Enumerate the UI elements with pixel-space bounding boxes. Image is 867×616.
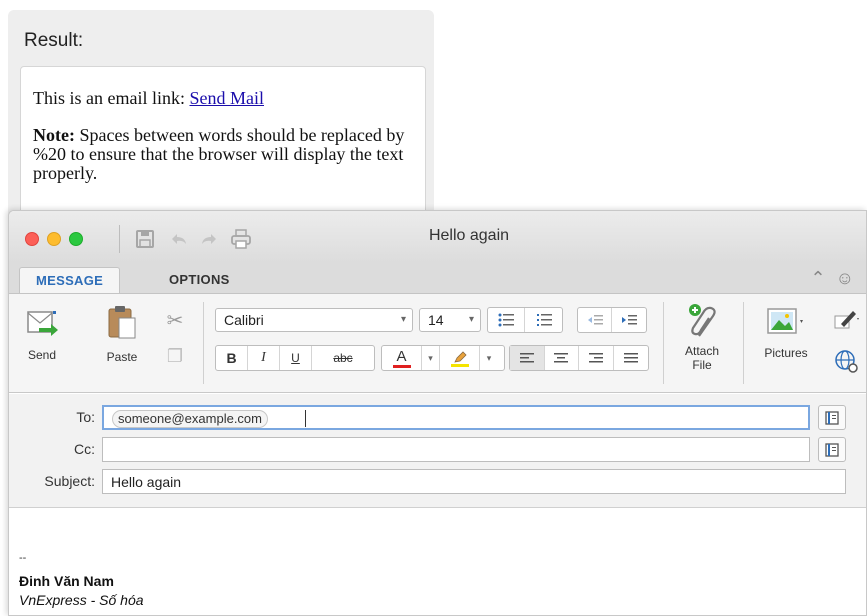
- redo-icon[interactable]: [195, 225, 223, 253]
- decrease-indent-icon[interactable]: [578, 308, 612, 332]
- text-caret: [305, 410, 306, 427]
- tab-bar-controls: ⌃ ☺: [811, 268, 854, 289]
- font-size-select[interactable]: 14 ▾: [419, 308, 481, 332]
- link-globe-icon[interactable]: [831, 348, 861, 377]
- toolbar-divider: [119, 225, 120, 253]
- send-mail-link[interactable]: Send Mail: [189, 88, 264, 108]
- highlighter-icon: [453, 350, 467, 363]
- to-label: To:: [76, 409, 95, 425]
- paste-label: Paste: [106, 350, 138, 364]
- font-color-icon: A: [396, 347, 407, 365]
- minimize-window-button[interactable]: [47, 232, 61, 246]
- to-field[interactable]: someone@example.com: [102, 405, 810, 430]
- strikethrough-button[interactable]: abc: [312, 346, 374, 370]
- chevron-down-icon[interactable]: ▾: [480, 346, 498, 370]
- align-left-icon[interactable]: [510, 346, 545, 370]
- pictures-button[interactable]: Pictures: [753, 306, 819, 360]
- ribbon-divider: [203, 302, 204, 384]
- font-name-select[interactable]: Calibri ▾: [215, 308, 413, 332]
- smiley-feedback-icon[interactable]: ☺: [836, 268, 854, 289]
- cc-address-book-button[interactable]: [818, 437, 846, 462]
- numbered-list-icon[interactable]: [525, 308, 562, 332]
- chevron-down-icon[interactable]: ▾: [422, 346, 440, 370]
- send-icon: [27, 311, 58, 336]
- attach-label-line1: Attach: [684, 344, 720, 358]
- font-size-value: 14: [428, 312, 444, 328]
- subject-field[interactable]: Hello again: [102, 469, 846, 494]
- signature-separator: --: [19, 552, 27, 564]
- increase-indent-icon[interactable]: [612, 308, 646, 332]
- copy-icon[interactable]: ❐: [163, 346, 187, 367]
- font-color-bar: [392, 364, 411, 368]
- zoom-window-button[interactable]: [69, 232, 83, 246]
- subject-value: Hello again: [111, 474, 182, 490]
- tab-message[interactable]: MESSAGE: [19, 267, 121, 293]
- font-color-button[interactable]: A: [382, 346, 422, 370]
- highlight-bar: [450, 363, 469, 367]
- text-style-buttons: B I U abc: [215, 345, 375, 371]
- send-label: Send: [27, 348, 57, 362]
- note-text: Spaces between words should be replaced …: [33, 125, 405, 183]
- chevron-down-icon: ▾: [400, 314, 406, 325]
- cut-icon[interactable]: ✂: [163, 308, 187, 333]
- draw-icon[interactable]: [831, 308, 861, 333]
- signature-organization: VnExpress - Số hóa: [19, 592, 144, 608]
- signature-name: Đinh Văn Nam: [19, 573, 114, 589]
- highlight-button[interactable]: [440, 346, 480, 370]
- title-bar: Hello again: [9, 211, 866, 263]
- undo-icon[interactable]: [165, 225, 193, 253]
- save-icon[interactable]: [131, 225, 159, 253]
- result-panel: Result: This is an email link: Send Mail…: [8, 10, 434, 236]
- address-book-icon: [825, 410, 839, 425]
- chevron-down-icon: ▾: [468, 314, 474, 325]
- alignment-buttons: [509, 345, 649, 371]
- paste-button[interactable]: Paste: [97, 304, 147, 364]
- address-area: To: someone@example.com Cc: Subject: Hel…: [9, 394, 866, 508]
- note-label: Note:: [33, 125, 75, 145]
- attach-label-line2: File: [692, 358, 712, 372]
- color-buttons: A ▾ ▾: [381, 345, 505, 371]
- bullet-list-icon[interactable]: [488, 308, 525, 332]
- recipient-chip[interactable]: someone@example.com: [112, 410, 268, 428]
- subject-label: Subject:: [44, 473, 95, 489]
- close-window-button[interactable]: [25, 232, 39, 246]
- tab-options[interactable]: OPTIONS: [153, 267, 246, 293]
- cc-field[interactable]: [102, 437, 810, 462]
- align-center-icon[interactable]: [545, 346, 579, 370]
- ribbon-divider: [743, 302, 744, 384]
- result-heading: Result:: [24, 30, 84, 51]
- attach-file-button[interactable]: Attach File: [677, 302, 727, 372]
- email-line: This is an email link: Send Mail: [33, 89, 413, 108]
- align-right-icon[interactable]: [579, 346, 614, 370]
- ribbon: Send Paste ✂ ❐ Calibri ▾ 14 ▾ B I U abc …: [9, 293, 866, 393]
- bold-button[interactable]: B: [216, 346, 248, 370]
- paperclip-icon: [689, 304, 716, 337]
- ribbon-tab-bar: MESSAGE OPTIONS ⌃ ☺: [9, 263, 866, 293]
- email-prefix: This is an email link:: [33, 88, 190, 108]
- address-book-icon: [825, 442, 839, 457]
- indent-buttons: [577, 307, 647, 333]
- window-title: Hello again: [428, 227, 510, 244]
- note-paragraph: Note: Spaces between words should be rep…: [33, 126, 413, 183]
- font-name-value: Calibri: [224, 312, 264, 328]
- italic-button[interactable]: I: [248, 346, 280, 370]
- collapse-ribbon-icon[interactable]: ⌃: [811, 268, 826, 289]
- pictures-label: Pictures: [764, 346, 808, 360]
- message-body[interactable]: -- Đinh Văn Nam VnExpress - Số hóa: [9, 508, 866, 615]
- ribbon-divider: [663, 302, 664, 384]
- list-buttons: [487, 307, 563, 333]
- picture-icon: [767, 308, 803, 334]
- paste-icon: [108, 306, 136, 339]
- underline-button[interactable]: U: [280, 346, 312, 370]
- justify-icon[interactable]: [614, 346, 648, 370]
- to-address-book-button[interactable]: [818, 405, 846, 430]
- print-icon[interactable]: [227, 225, 255, 253]
- send-button[interactable]: Send: [17, 306, 67, 362]
- cc-label: Cc:: [74, 441, 95, 457]
- compose-window: Hello again MESSAGE OPTIONS ⌃ ☺ Send Pas…: [8, 210, 867, 616]
